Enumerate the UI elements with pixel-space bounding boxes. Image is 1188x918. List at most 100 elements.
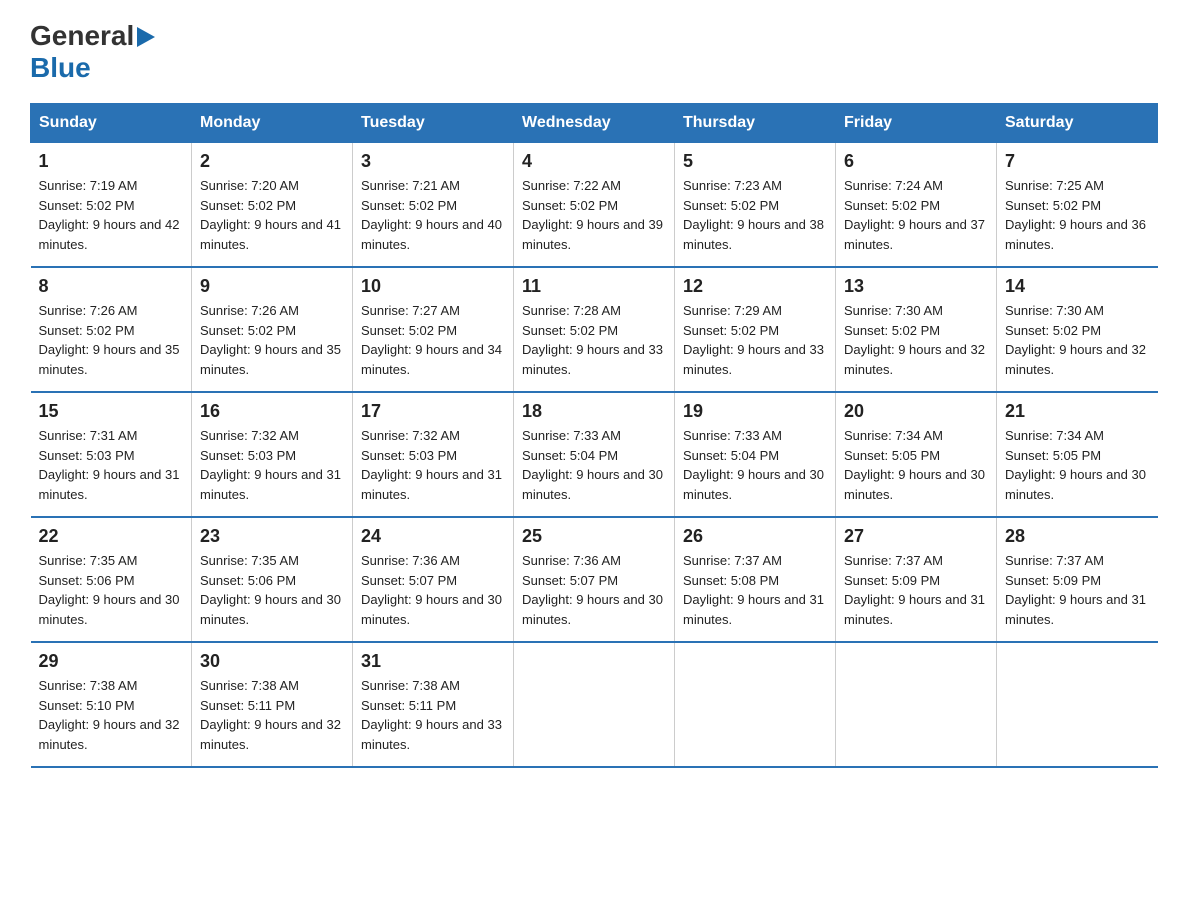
day-info: Sunrise: 7:30 AMSunset: 5:02 PMDaylight:…	[1005, 301, 1150, 379]
day-info: Sunrise: 7:25 AMSunset: 5:02 PMDaylight:…	[1005, 176, 1150, 254]
calendar-cell: 16 Sunrise: 7:32 AMSunset: 5:03 PMDayligh…	[192, 392, 353, 517]
day-info: Sunrise: 7:19 AMSunset: 5:02 PMDaylight:…	[39, 176, 184, 254]
day-number: 11	[522, 276, 666, 297]
week-row-2: 8 Sunrise: 7:26 AMSunset: 5:02 PMDaylight…	[31, 267, 1158, 392]
calendar-cell: 26 Sunrise: 7:37 AMSunset: 5:08 PMDayligh…	[675, 517, 836, 642]
day-number: 22	[39, 526, 184, 547]
day-number: 2	[200, 151, 344, 172]
day-number: 31	[361, 651, 505, 672]
header-saturday: Saturday	[997, 104, 1158, 143]
day-number: 13	[844, 276, 988, 297]
day-info: Sunrise: 7:35 AMSunset: 5:06 PMDaylight:…	[200, 551, 344, 629]
page-header: General Blue	[30, 20, 1158, 83]
header-sunday: Sunday	[31, 104, 192, 143]
day-number: 8	[39, 276, 184, 297]
calendar-cell: 14 Sunrise: 7:30 AMSunset: 5:02 PMDayligh…	[997, 267, 1158, 392]
calendar-cell	[997, 642, 1158, 767]
day-info: Sunrise: 7:23 AMSunset: 5:02 PMDaylight:…	[683, 176, 827, 254]
day-number: 17	[361, 401, 505, 422]
calendar-cell: 29 Sunrise: 7:38 AMSunset: 5:10 PMDayligh…	[31, 642, 192, 767]
calendar-cell: 30 Sunrise: 7:38 AMSunset: 5:11 PMDayligh…	[192, 642, 353, 767]
day-info: Sunrise: 7:26 AMSunset: 5:02 PMDaylight:…	[200, 301, 344, 379]
calendar-cell: 22 Sunrise: 7:35 AMSunset: 5:06 PMDayligh…	[31, 517, 192, 642]
day-info: Sunrise: 7:32 AMSunset: 5:03 PMDaylight:…	[361, 426, 505, 504]
calendar-cell: 10 Sunrise: 7:27 AMSunset: 5:02 PMDayligh…	[353, 267, 514, 392]
day-info: Sunrise: 7:30 AMSunset: 5:02 PMDaylight:…	[844, 301, 988, 379]
day-info: Sunrise: 7:36 AMSunset: 5:07 PMDaylight:…	[361, 551, 505, 629]
day-info: Sunrise: 7:34 AMSunset: 5:05 PMDaylight:…	[844, 426, 988, 504]
calendar-cell: 15 Sunrise: 7:31 AMSunset: 5:03 PMDayligh…	[31, 392, 192, 517]
day-number: 16	[200, 401, 344, 422]
day-number: 15	[39, 401, 184, 422]
day-info: Sunrise: 7:37 AMSunset: 5:09 PMDaylight:…	[1005, 551, 1150, 629]
calendar-cell: 27 Sunrise: 7:37 AMSunset: 5:09 PMDayligh…	[836, 517, 997, 642]
calendar-cell: 12Sunrise: 7:29 AMSunset: 5:02 PMDayligh…	[675, 267, 836, 392]
day-info: Sunrise: 7:35 AMSunset: 5:06 PMDaylight:…	[39, 551, 184, 629]
calendar-cell: 5 Sunrise: 7:23 AMSunset: 5:02 PMDaylight…	[675, 143, 836, 268]
day-info: Sunrise: 7:22 AMSunset: 5:02 PMDaylight:…	[522, 176, 666, 254]
day-number: 27	[844, 526, 988, 547]
header-wednesday: Wednesday	[514, 104, 675, 143]
calendar-cell: 21Sunrise: 7:34 AMSunset: 5:05 PMDayligh…	[997, 392, 1158, 517]
calendar-table: SundayMondayTuesdayWednesdayThursdayFrid…	[30, 103, 1158, 768]
day-info: Sunrise: 7:38 AMSunset: 5:11 PMDaylight:…	[200, 676, 344, 754]
day-number: 5	[683, 151, 827, 172]
day-info: Sunrise: 7:27 AMSunset: 5:02 PMDaylight:…	[361, 301, 505, 379]
day-number: 10	[361, 276, 505, 297]
day-info: Sunrise: 7:32 AMSunset: 5:03 PMDaylight:…	[200, 426, 344, 504]
calendar-cell: 20 Sunrise: 7:34 AMSunset: 5:05 PMDayligh…	[836, 392, 997, 517]
logo-blue-text: Blue	[30, 52, 91, 83]
day-number: 29	[39, 651, 184, 672]
day-number: 19	[683, 401, 827, 422]
day-number: 25	[522, 526, 666, 547]
day-info: Sunrise: 7:37 AMSunset: 5:09 PMDaylight:…	[844, 551, 988, 629]
calendar-cell	[675, 642, 836, 767]
calendar-cell: 17 Sunrise: 7:32 AMSunset: 5:03 PMDayligh…	[353, 392, 514, 517]
week-row-4: 22 Sunrise: 7:35 AMSunset: 5:06 PMDayligh…	[31, 517, 1158, 642]
calendar-cell: 28 Sunrise: 7:37 AMSunset: 5:09 PMDayligh…	[997, 517, 1158, 642]
day-info: Sunrise: 7:21 AMSunset: 5:02 PMDaylight:…	[361, 176, 505, 254]
day-number: 12	[683, 276, 827, 297]
day-number: 3	[361, 151, 505, 172]
day-number: 28	[1005, 526, 1150, 547]
calendar-cell: 25Sunrise: 7:36 AMSunset: 5:07 PMDayligh…	[514, 517, 675, 642]
header-friday: Friday	[836, 104, 997, 143]
day-number: 6	[844, 151, 988, 172]
calendar-cell: 24 Sunrise: 7:36 AMSunset: 5:07 PMDayligh…	[353, 517, 514, 642]
logo-general-text: General	[30, 21, 134, 52]
calendar-cell: 4Sunrise: 7:22 AMSunset: 5:02 PMDaylight…	[514, 143, 675, 268]
header-tuesday: Tuesday	[353, 104, 514, 143]
day-number: 24	[361, 526, 505, 547]
logo: General Blue	[30, 20, 155, 83]
calendar-cell: 1Sunrise: 7:19 AMSunset: 5:02 PMDaylight…	[31, 143, 192, 268]
day-number: 18	[522, 401, 666, 422]
day-info: Sunrise: 7:24 AMSunset: 5:02 PMDaylight:…	[844, 176, 988, 254]
day-info: Sunrise: 7:20 AMSunset: 5:02 PMDaylight:…	[200, 176, 344, 254]
calendar-cell	[836, 642, 997, 767]
calendar-cell: 3 Sunrise: 7:21 AMSunset: 5:02 PMDaylight…	[353, 143, 514, 268]
day-info: Sunrise: 7:38 AMSunset: 5:11 PMDaylight:…	[361, 676, 505, 754]
week-row-1: 1Sunrise: 7:19 AMSunset: 5:02 PMDaylight…	[31, 143, 1158, 268]
week-row-3: 15 Sunrise: 7:31 AMSunset: 5:03 PMDayligh…	[31, 392, 1158, 517]
day-info: Sunrise: 7:38 AMSunset: 5:10 PMDaylight:…	[39, 676, 184, 754]
day-number: 9	[200, 276, 344, 297]
day-info: Sunrise: 7:28 AMSunset: 5:02 PMDaylight:…	[522, 301, 666, 379]
day-number: 21	[1005, 401, 1150, 422]
calendar-cell: 2 Sunrise: 7:20 AMSunset: 5:02 PMDaylight…	[192, 143, 353, 268]
calendar-cell: 8Sunrise: 7:26 AMSunset: 5:02 PMDaylight…	[31, 267, 192, 392]
day-number: 23	[200, 526, 344, 547]
calendar-cell: 23 Sunrise: 7:35 AMSunset: 5:06 PMDayligh…	[192, 517, 353, 642]
header-monday: Monday	[192, 104, 353, 143]
calendar-cell: 7 Sunrise: 7:25 AMSunset: 5:02 PMDaylight…	[997, 143, 1158, 268]
calendar-cell: 13 Sunrise: 7:30 AMSunset: 5:02 PMDayligh…	[836, 267, 997, 392]
day-number: 20	[844, 401, 988, 422]
day-number: 7	[1005, 151, 1150, 172]
calendar-cell: 9 Sunrise: 7:26 AMSunset: 5:02 PMDaylight…	[192, 267, 353, 392]
day-number: 26	[683, 526, 827, 547]
logo-triangle-icon	[137, 24, 155, 53]
day-info: Sunrise: 7:33 AMSunset: 5:04 PMDaylight:…	[522, 426, 666, 504]
day-info: Sunrise: 7:37 AMSunset: 5:08 PMDaylight:…	[683, 551, 827, 629]
day-info: Sunrise: 7:31 AMSunset: 5:03 PMDaylight:…	[39, 426, 184, 504]
day-number: 30	[200, 651, 344, 672]
day-number: 14	[1005, 276, 1150, 297]
